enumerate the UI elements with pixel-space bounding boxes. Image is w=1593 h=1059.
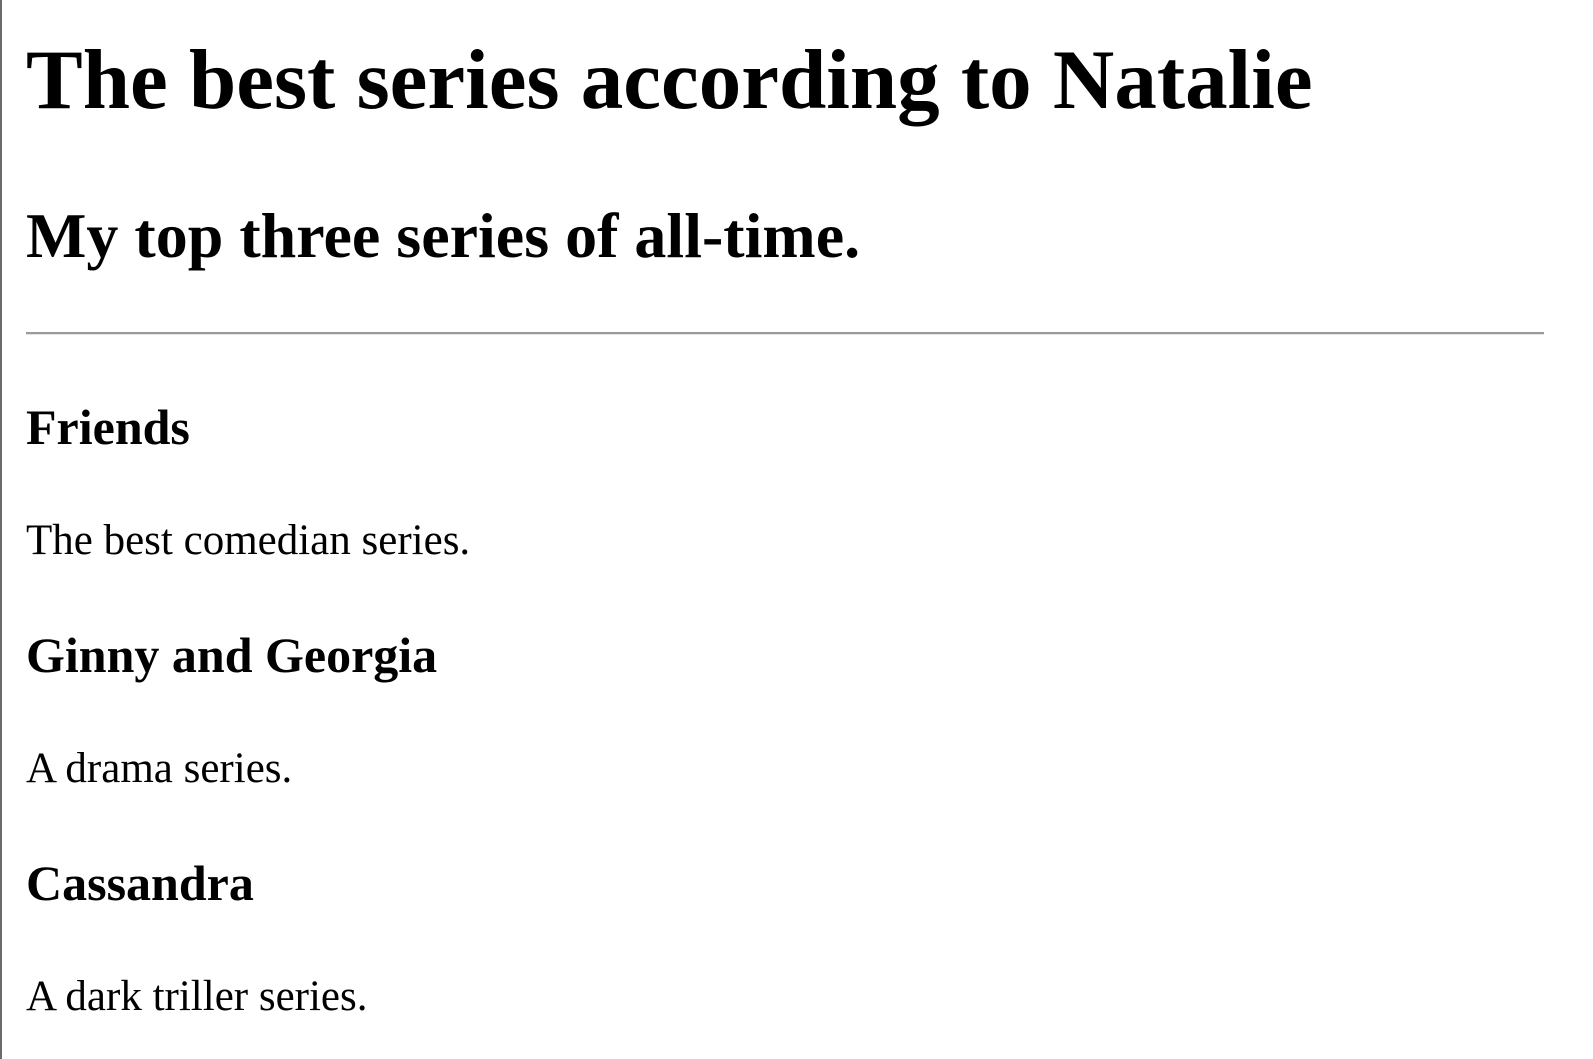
series-title: Cassandra [26,855,254,911]
series-description: The best comedian series. [26,517,471,564]
horizontal-divider [26,332,1544,335]
page-title: The best series according to Natalie [26,33,1313,127]
series-title: Friends [26,399,190,455]
page-subtitle: My top three series of all-time. [26,200,861,271]
series-description: A drama series. [26,745,293,792]
series-title: Ginny and Georgia [26,627,438,683]
window-left-border [0,0,2,1059]
series-description: A dark triller series. [26,973,368,1020]
